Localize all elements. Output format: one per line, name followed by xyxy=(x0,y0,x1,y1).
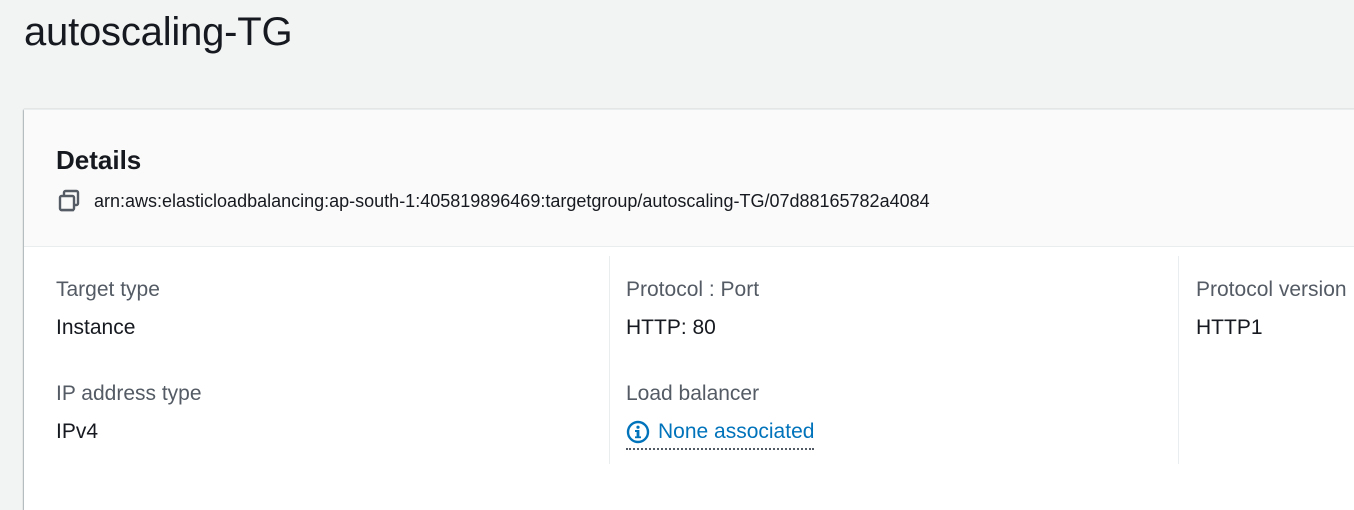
target-type-field: Target type Instance xyxy=(56,276,160,342)
protocol-port-field: Protocol : Port HTTP: 80 xyxy=(626,276,759,342)
target-group-arn: arn:aws:elasticloadbalancing:ap-south-1:… xyxy=(94,191,930,211)
protocol-port-label: Protocol : Port xyxy=(626,278,760,301)
ip-address-type-value: IPv4 xyxy=(56,420,99,443)
details-column-3: Protocol version HTTP1 xyxy=(1178,256,1354,464)
protocol-version-field: Protocol version HTTP1 xyxy=(1196,276,1347,342)
none-associated-link[interactable]: None associated xyxy=(626,418,815,450)
page-title: autoscaling-TG xyxy=(24,10,293,54)
details-panel: Details arn:aws:elasticloadbalancing:ap-… xyxy=(24,109,1354,510)
target-type-label: Target type xyxy=(56,278,160,301)
ip-address-type-label: IP address type xyxy=(56,382,202,405)
load-balancer-value: None associated xyxy=(658,420,815,443)
protocol-version-label: Protocol version xyxy=(1196,278,1347,301)
copy-icon[interactable] xyxy=(56,188,82,214)
info-icon xyxy=(626,420,650,444)
target-type-value: Instance xyxy=(56,316,136,339)
protocol-version-value: HTTP1 xyxy=(1196,316,1263,339)
protocol-port-value: HTTP: 80 xyxy=(626,316,716,339)
load-balancer-field: Load balancer None associated xyxy=(626,380,815,450)
details-column-1: Target type Instance IP address type IPv… xyxy=(24,256,609,464)
details-heading: Details xyxy=(56,145,142,175)
ip-address-type-field: IP address type IPv4 xyxy=(56,380,202,446)
details-panel-header: Details arn:aws:elasticloadbalancing:ap-… xyxy=(24,110,1354,247)
arn-row: arn:aws:elasticloadbalancing:ap-south-1:… xyxy=(56,188,930,214)
load-balancer-label: Load balancer xyxy=(626,382,760,405)
details-column-2: Protocol : Port HTTP: 80 Load balancer N… xyxy=(609,256,1179,464)
